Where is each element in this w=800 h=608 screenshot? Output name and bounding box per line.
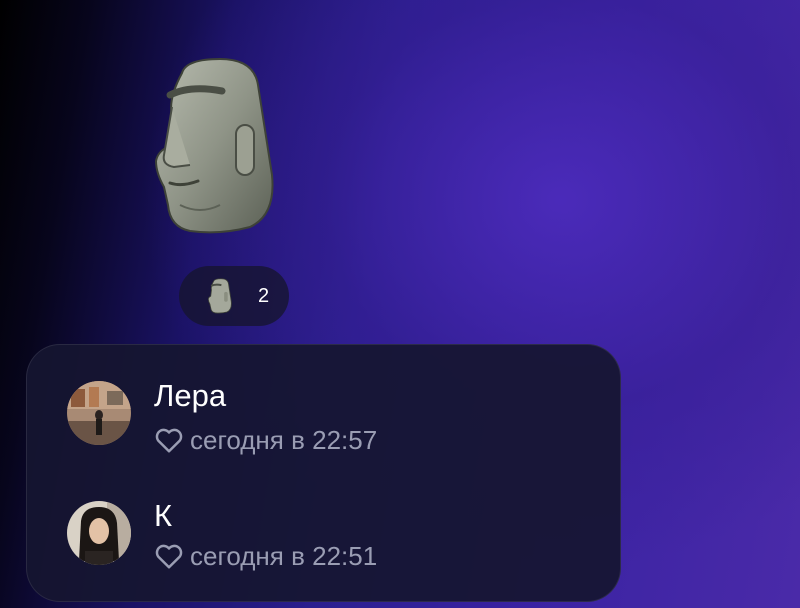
reaction-user-row[interactable]: Лера сегодня в 22:57 bbox=[27, 345, 620, 455]
moai-sticker-icon[interactable] bbox=[150, 55, 280, 237]
moai-emoji-icon bbox=[203, 278, 237, 314]
avatar bbox=[67, 381, 131, 445]
reaction-user-row[interactable]: К сегодня в 22:51 bbox=[27, 461, 620, 571]
reactions-list-panel: Лера сегодня в 22:57 К сегодня в 22:51 bbox=[26, 344, 621, 602]
reaction-count: 2 bbox=[258, 285, 270, 307]
reaction-time-text: сегодня в 22:57 bbox=[190, 425, 378, 455]
reaction-time: сегодня в 22:51 bbox=[154, 541, 377, 571]
reaction-time-text: сегодня в 22:51 bbox=[190, 541, 378, 571]
user-name: Лера bbox=[154, 378, 227, 413]
reaction-button[interactable]: 2 bbox=[179, 266, 289, 326]
heart-outline-icon bbox=[155, 428, 183, 453]
user-name: К bbox=[154, 498, 173, 533]
heart-outline-icon bbox=[155, 544, 183, 569]
reaction-time: сегодня в 22:57 bbox=[154, 425, 377, 455]
avatar bbox=[67, 501, 131, 565]
